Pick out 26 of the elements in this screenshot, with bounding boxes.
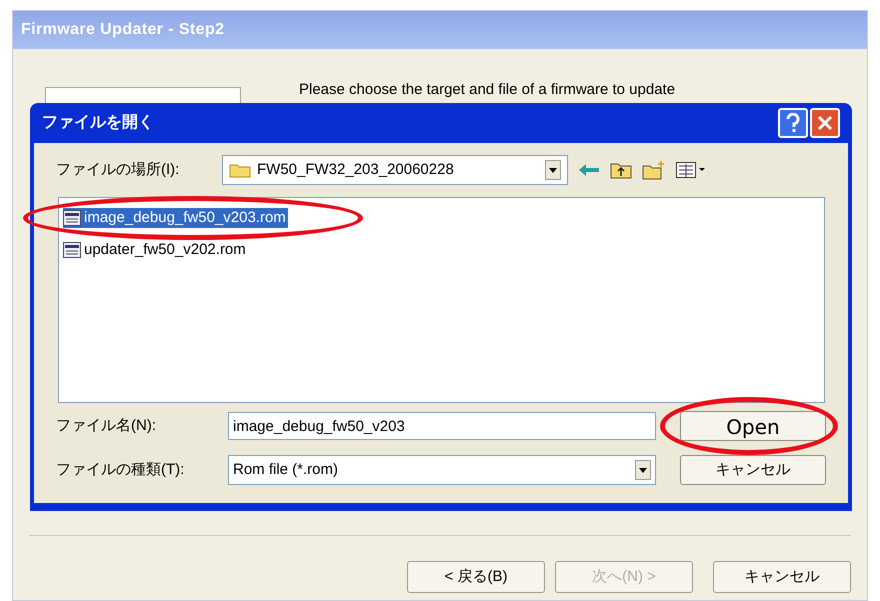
dialog-button[interactable]: キャンセル [680, 455, 826, 485]
folder-icon [229, 162, 251, 178]
location-label: ファイルの場所(I): [56, 160, 180, 180]
wizard-button[interactable]: < 戻る(B) [407, 561, 545, 593]
file-name-label: ファイル名(N): [56, 416, 157, 436]
location-value: FW50_FW32_203_20060228 [257, 160, 455, 180]
help-icon [785, 113, 801, 133]
wizard-button[interactable]: キャンセル [713, 561, 851, 593]
window-title: Firmware Updater - Step2 [21, 20, 224, 40]
file-icon [63, 210, 81, 226]
help-button[interactable] [778, 108, 808, 138]
dialog-button[interactable]: Open [680, 411, 826, 441]
file-icon [63, 242, 81, 258]
back-arrow-icon[interactable] [578, 163, 600, 177]
file-type-value: Rom file (*.rom) [233, 460, 340, 480]
dialog-title: ファイルを開く [42, 113, 154, 133]
instruction-text: Please choose the target and file of a firmware to update [299, 80, 676, 100]
new-folder-icon[interactable] [642, 160, 666, 180]
location-dropdown[interactable]: FW50_FW32_203_20060228 [222, 155, 568, 185]
up-folder-icon[interactable] [610, 161, 632, 179]
view-menu-icon[interactable] [676, 162, 706, 178]
close-icon [817, 115, 833, 131]
file-type-label: ファイルの種類(T): [56, 460, 186, 480]
file-name-field[interactable]: image_debug_fw50_v203 [228, 412, 656, 440]
close-button[interactable] [810, 108, 840, 138]
file-type-dropdown[interactable]: Rom file (*.rom) [228, 455, 656, 485]
